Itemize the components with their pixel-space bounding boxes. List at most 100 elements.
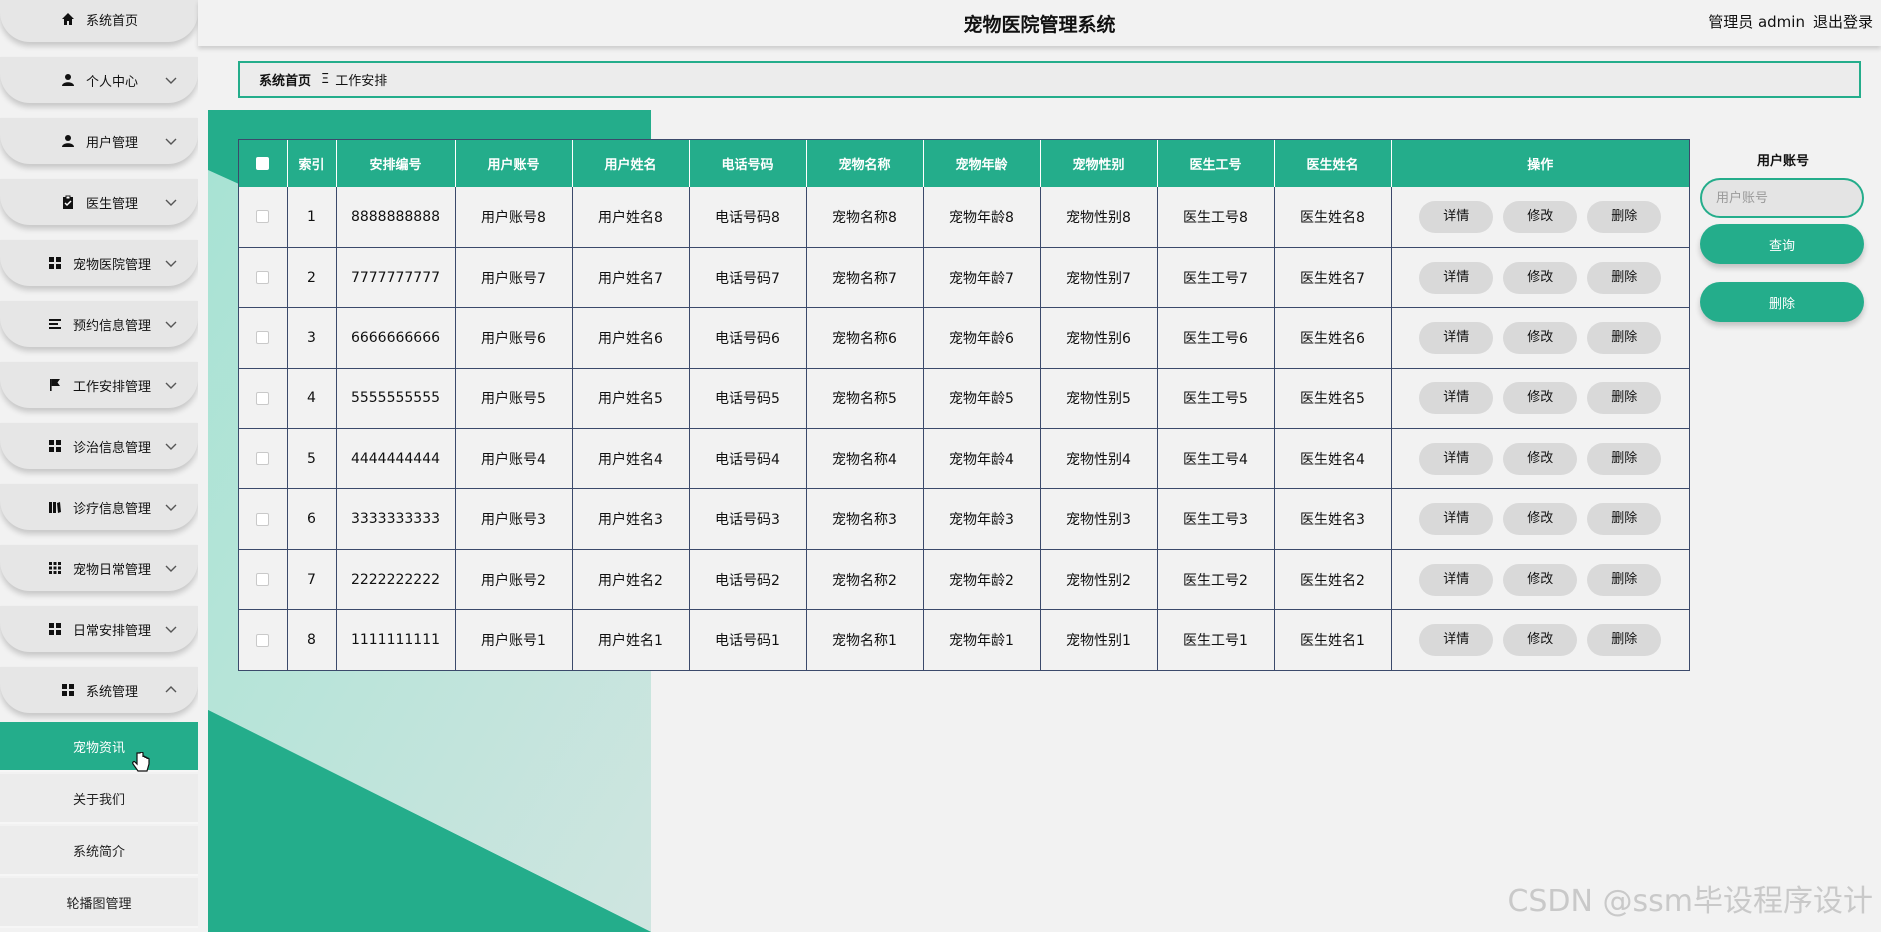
table-cell: 用户姓名6: [572, 307, 690, 369]
sidebar-subitem[interactable]: 宠物资讯: [0, 722, 198, 772]
table-cell: 医生姓名3: [1274, 488, 1392, 550]
row-checkbox[interactable]: [256, 391, 270, 405]
edit-button[interactable]: 修改: [1503, 382, 1578, 415]
detail-button[interactable]: 详情: [1419, 503, 1494, 536]
detail-button[interactable]: 详情: [1419, 321, 1494, 354]
row-select-cell: [239, 488, 288, 550]
logout-link[interactable]: 退出登录: [1813, 11, 1873, 32]
sidebar-item[interactable]: 用户管理: [0, 118, 198, 164]
sidebar-subitem[interactable]: 关于我们: [0, 774, 198, 824]
delete-row-button[interactable]: 删除: [1587, 503, 1662, 536]
delete-row-button[interactable]: 删除: [1587, 624, 1662, 657]
edit-button[interactable]: 修改: [1503, 503, 1578, 536]
sidebar-item[interactable]: 宠物医院管理: [0, 240, 198, 286]
row-checkbox[interactable]: [256, 512, 270, 526]
sidebar-item[interactable]: 日常安排管理: [0, 606, 198, 652]
detail-button[interactable]: 详情: [1419, 563, 1494, 596]
table-cell: 医生姓名2: [1274, 549, 1392, 611]
sidebar-item[interactable]: 预约信息管理: [0, 301, 198, 347]
table-cell: 医生工号2: [1157, 549, 1275, 611]
table-row: 7 2222222222 用户账号2 用户姓名2 电话号码2 宠物名称2 宠物年龄2 宠物性别…: [239, 549, 1689, 611]
table-cell: 医生工号3: [1157, 488, 1275, 550]
row-checkbox[interactable]: [256, 452, 270, 466]
sidebar: 系统首页个人中心用户管理医生管理宠物医院管理 预约信息管理工作安排管理诊治信息管理…: [0, 0, 198, 932]
sidebar-subitem[interactable]: 系统简介: [0, 826, 198, 876]
detail-button[interactable]: 详情: [1419, 624, 1494, 657]
sidebar-item-content: 诊疗信息管理: [47, 498, 151, 517]
select-all-checkbox[interactable]: [256, 157, 270, 170]
sidebar-item[interactable]: 诊治信息管理: [0, 423, 198, 469]
delete-row-button[interactable]: 删除: [1587, 563, 1662, 596]
edit-button[interactable]: 修改: [1503, 321, 1578, 354]
row-checkbox[interactable]: [256, 633, 270, 647]
top-header: 宠物医院管理系统 管理员 admin 退出登录: [198, 0, 1881, 46]
table-cell: 用户姓名3: [572, 488, 690, 550]
delete-row-button[interactable]: 删除: [1587, 321, 1662, 354]
table-cell: 用户姓名8: [572, 187, 690, 248]
table-cell: 7: [287, 549, 337, 611]
table-cell: 4444444444: [336, 428, 456, 490]
breadcrumb-separator-icon: Ξ: [321, 72, 330, 87]
sidebar-item[interactable]: 个人中心: [0, 57, 198, 103]
user-area: 管理员 admin 退出登录: [1708, 11, 1873, 32]
table-cell: 电话号码3: [689, 488, 807, 550]
sidebar-item[interactable]: 宠物日常管理: [0, 545, 198, 591]
detail-button[interactable]: 详情: [1419, 382, 1494, 415]
detail-button[interactable]: 详情: [1419, 261, 1494, 294]
table-cell: 用户账号3: [455, 488, 573, 550]
delete-row-button[interactable]: 删除: [1587, 382, 1662, 415]
hand-cursor-icon: [132, 752, 150, 772]
sidebar-item[interactable]: 工作安排管理: [0, 362, 198, 408]
table-cell: 医生工号1: [1157, 609, 1275, 671]
breadcrumb-current: 工作安排: [335, 74, 388, 89]
table-cell: 8888888888: [336, 187, 456, 248]
edit-button[interactable]: 修改: [1503, 624, 1578, 657]
sidebar-item[interactable]: 医生管理: [0, 179, 198, 225]
edit-button[interactable]: 修改: [1503, 261, 1578, 294]
query-button[interactable]: 查询: [1700, 224, 1864, 264]
edit-button[interactable]: 修改: [1503, 200, 1578, 233]
sidebar-item-label: 日常安排管理: [72, 623, 151, 639]
row-actions: 详情 修改 删除: [1391, 609, 1689, 671]
chevron-down-icon: [164, 317, 178, 331]
page-title: 宠物医院管理系统: [963, 14, 1116, 36]
detail-button[interactable]: 详情: [1419, 442, 1494, 475]
table-cell: 宠物年龄8: [923, 187, 1041, 248]
column-header: 医生姓名: [1274, 140, 1392, 187]
search-label: 用户账号: [1756, 154, 1809, 169]
sidebar-item[interactable]: 系统管理: [0, 667, 198, 713]
row-checkbox[interactable]: [256, 573, 270, 587]
detail-button[interactable]: 详情: [1419, 200, 1494, 233]
row-checkbox[interactable]: [256, 331, 270, 345]
table-cell: 宠物性别8: [1040, 187, 1158, 248]
table-cell: 1111111111: [336, 609, 456, 671]
delete-button[interactable]: 删除: [1700, 282, 1864, 322]
grid-icon: [47, 621, 63, 637]
search-input[interactable]: [1700, 178, 1864, 218]
delete-row-button[interactable]: 删除: [1587, 442, 1662, 475]
sidebar-item[interactable]: 系统首页: [0, 0, 198, 42]
sidebar-item-label: 系统首页: [85, 13, 138, 29]
delete-row-button[interactable]: 删除: [1587, 261, 1662, 294]
row-checkbox[interactable]: [256, 210, 270, 224]
table-cell: 医生姓名1: [1274, 609, 1392, 671]
table-cell: 5: [287, 428, 337, 490]
sidebar-item[interactable]: 诊疗信息管理: [0, 484, 198, 530]
column-header: 安排编号: [336, 140, 456, 187]
row-checkbox[interactable]: [256, 271, 270, 285]
table-cell: 用户账号1: [455, 609, 573, 671]
grid-icon: [47, 438, 63, 454]
row-actions: 详情 修改 删除: [1391, 549, 1689, 611]
sidebar-item-label: 工作安排管理: [72, 379, 151, 395]
table-cell: 用户账号5: [455, 368, 573, 430]
row-select-cell: [239, 368, 288, 430]
edit-button[interactable]: 修改: [1503, 442, 1578, 475]
column-header: 宠物名称: [806, 140, 924, 187]
sidebar-item-label: 医生管理: [85, 196, 138, 212]
table-cell: 宠物年龄3: [923, 488, 1041, 550]
breadcrumb-home[interactable]: 系统首页: [259, 70, 311, 89]
sidebar-subitem[interactable]: 轮播图管理: [0, 878, 198, 928]
delete-row-button[interactable]: 删除: [1587, 200, 1662, 233]
edit-button[interactable]: 修改: [1503, 563, 1578, 596]
column-header: 用户姓名: [572, 140, 690, 187]
